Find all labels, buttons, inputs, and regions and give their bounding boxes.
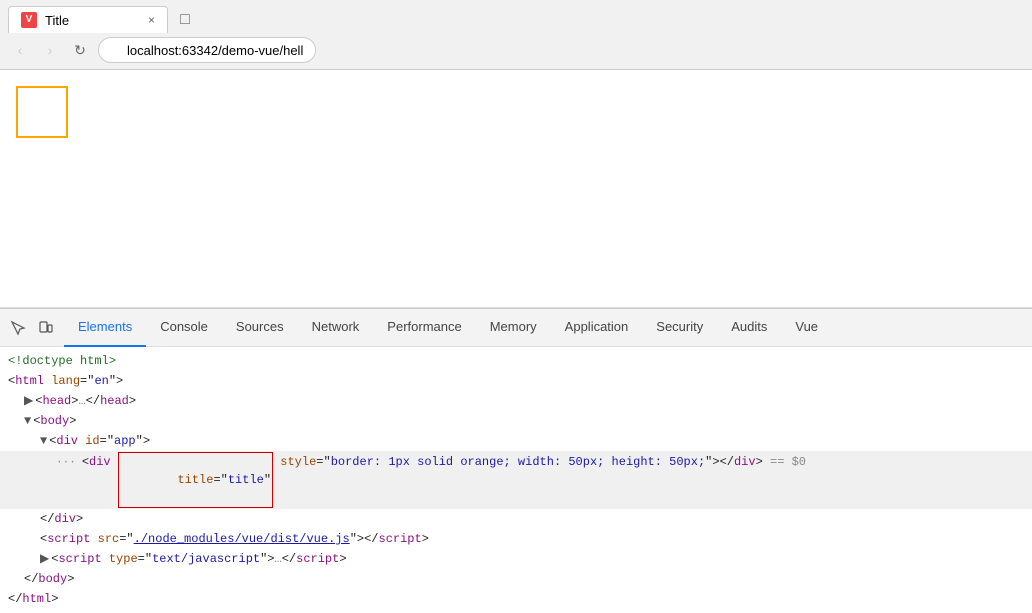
devtools-toolbar: Elements Console Sources Network Perform… bbox=[0, 309, 1032, 347]
tab-audits[interactable]: Audits bbox=[717, 309, 781, 347]
device-toolbar-button[interactable] bbox=[32, 314, 60, 342]
reload-button[interactable]: ↻ bbox=[68, 38, 92, 62]
browser-chrome: V Title × □ ‹ › ↻ ⓘ bbox=[0, 0, 1032, 70]
address-bar-wrap: ⓘ bbox=[98, 37, 1024, 63]
tab-bar: V Title × □ bbox=[0, 0, 1032, 33]
tab-vue[interactable]: Vue bbox=[781, 309, 832, 347]
code-line: </html> bbox=[0, 589, 1032, 609]
device-icon bbox=[38, 320, 54, 336]
code-line: ▶ <script type="text/javascript">…</scri… bbox=[0, 549, 1032, 569]
code-line: <html lang="en"> bbox=[0, 371, 1032, 391]
forward-button[interactable]: › bbox=[38, 38, 62, 62]
inspect-icon bbox=[10, 320, 26, 336]
code-line: ▼ <div id="app"> bbox=[0, 431, 1032, 451]
new-tab-button[interactable]: □ bbox=[172, 7, 198, 33]
tab-memory[interactable]: Memory bbox=[476, 309, 551, 347]
code-line: <script src="./node_modules/vue/dist/vue… bbox=[0, 529, 1032, 549]
tab-security[interactable]: Security bbox=[642, 309, 717, 347]
code-line: <!doctype html> bbox=[0, 351, 1032, 371]
devtools-tabs: Elements Console Sources Network Perform… bbox=[64, 309, 832, 347]
tab-network[interactable]: Network bbox=[298, 309, 374, 347]
orange-box bbox=[16, 86, 68, 138]
tab-console[interactable]: Console bbox=[146, 309, 222, 347]
devtools-content: <!doctype html> <html lang="en"> ▶ <head… bbox=[0, 347, 1032, 613]
tab-elements[interactable]: Elements bbox=[64, 309, 146, 347]
tab-application[interactable]: Application bbox=[551, 309, 643, 347]
code-line: </div> bbox=[0, 509, 1032, 529]
highlighted-code-line[interactable]: ··· <div title="title" style="border: 1p… bbox=[0, 451, 1032, 509]
code-line: ▼ <body> bbox=[0, 411, 1032, 431]
title-attr-box: title="title" bbox=[118, 452, 273, 508]
browser-tab[interactable]: V Title × bbox=[8, 6, 168, 33]
tab-performance[interactable]: Performance bbox=[373, 309, 475, 347]
code-line: ▶ <head>…</head> bbox=[0, 391, 1032, 411]
address-input[interactable] bbox=[98, 37, 316, 63]
tab-title: Title bbox=[45, 13, 69, 28]
address-bar-row: ‹ › ↻ ⓘ bbox=[0, 33, 1032, 69]
tab-sources[interactable]: Sources bbox=[222, 309, 298, 347]
inspect-element-button[interactable] bbox=[4, 314, 32, 342]
code-line: </body> bbox=[0, 569, 1032, 589]
tab-favicon: V bbox=[21, 12, 37, 28]
page-content bbox=[0, 70, 1032, 308]
devtools-panel: Elements Console Sources Network Perform… bbox=[0, 308, 1032, 613]
tab-close-button[interactable]: × bbox=[148, 13, 155, 27]
back-button[interactable]: ‹ bbox=[8, 38, 32, 62]
